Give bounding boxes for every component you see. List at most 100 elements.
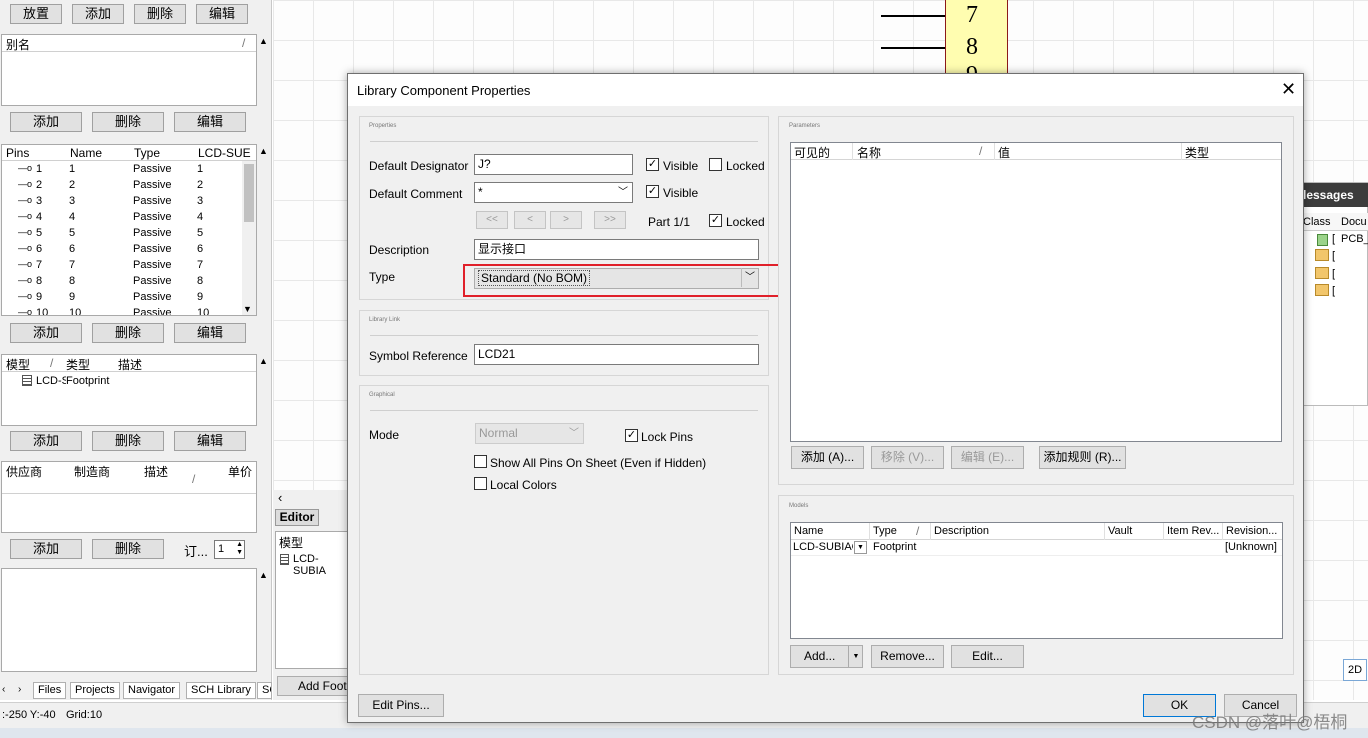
model-add-button[interactable]: Add... ▼	[790, 645, 863, 668]
param-add-rule-button[interactable]: 添加规则 (R)...	[1039, 446, 1126, 469]
edit-button[interactable]: 编辑	[196, 4, 248, 24]
show-all-pins-checkbox[interactable]	[474, 455, 487, 468]
table-row[interactable]: LCD-SUBIAC ▼ Footprint [Unknown]	[791, 540, 1282, 556]
pins-col-lcd[interactable]: LCD-SUE	[198, 146, 251, 160]
parameters-grid[interactable]: 可见的 名称 / 值 类型	[790, 142, 1282, 442]
models-grid[interactable]: Name Type / Description Vault Item Rev..…	[790, 522, 1283, 639]
tab-projects[interactable]: Projects	[70, 682, 120, 699]
models-col-desc[interactable]: 描述	[118, 356, 142, 373]
editor-model-header[interactable]: 模型	[279, 534, 303, 551]
editor-model-row[interactable]: LCD-SUBIA	[293, 553, 347, 577]
stepper-down-icon[interactable]: ▼	[236, 549, 243, 556]
param-col-type[interactable]: 类型	[1185, 144, 1209, 161]
prev-part-button[interactable]: <	[514, 211, 546, 229]
table-row[interactable]: —o 6 6 Passive 6	[2, 242, 242, 258]
supplier-col-supplier[interactable]: 供应商	[6, 463, 42, 480]
tab-scroll-left-icon[interactable]: ‹	[2, 684, 5, 695]
messages-col-class[interactable]: Class	[1303, 216, 1331, 228]
supplier-col-price[interactable]: 单价	[228, 463, 252, 480]
pins-add-button[interactable]: 添加	[10, 323, 82, 343]
part-locked-checkbox[interactable]: ✓	[709, 214, 722, 227]
scroll-up-icon[interactable]: ▲	[259, 36, 268, 46]
table-row[interactable]: —o 5 5 Passive 5	[2, 226, 242, 242]
pins-col-name[interactable]: Name	[70, 146, 102, 160]
supplier-col-desc[interactable]: 描述	[144, 463, 168, 480]
edit-pins-button[interactable]: Edit Pins...	[358, 694, 444, 717]
supplier-add-button[interactable]: 添加	[10, 539, 82, 559]
add-button[interactable]: 添加	[72, 4, 124, 24]
pins-delete-button[interactable]: 删除	[92, 323, 164, 343]
table-row[interactable]: —o 2 2 Passive 2	[2, 178, 242, 194]
tab-files[interactable]: Files	[33, 682, 67, 699]
symbol-reference-input[interactable]: LCD21	[474, 344, 759, 365]
model-row-type[interactable]: Footprint	[66, 375, 109, 387]
alias-header[interactable]: 别名	[6, 36, 30, 53]
designator-visible-checkbox[interactable]: ✓	[646, 158, 659, 171]
model-col-type[interactable]: Type	[873, 525, 897, 537]
model-col-name[interactable]: Name	[794, 525, 823, 537]
pins-list[interactable]: Pins Name Type LCD-SUE —o 1 1 Passive 1 —o 2 2 P…	[1, 144, 257, 316]
model-row-name[interactable]: LCD-SUBIAC	[793, 541, 853, 553]
close-icon[interactable]: ✕	[1281, 79, 1296, 100]
table-row[interactable]: —o 3 3 Passive 3	[2, 194, 242, 210]
lock-pins-checkbox[interactable]: ✓	[625, 429, 638, 442]
models-list[interactable]: 模型 / 类型 描述 LCD-S Footprint	[1, 354, 257, 426]
chevron-down-icon[interactable]: ﹀	[618, 183, 628, 202]
supplier-delete-button[interactable]: 删除	[92, 539, 164, 559]
table-row[interactable]: —o 9 9 Passive 9	[2, 290, 242, 306]
model-row-name[interactable]: LCD-S	[36, 375, 66, 387]
models-delete-button[interactable]: 删除	[92, 431, 164, 451]
model-row-dropdown-icon[interactable]: ▼	[854, 541, 867, 554]
scroll-up-icon[interactable]: ▲	[259, 146, 268, 156]
model-col-revision[interactable]: Revision...	[1226, 525, 1277, 537]
tab-navigator[interactable]: Navigator	[123, 682, 181, 699]
table-row[interactable]: —o 10 10 Passive 10	[2, 306, 242, 315]
models-col-model[interactable]: 模型	[6, 356, 30, 373]
pins-col-pins[interactable]: Pins	[6, 146, 29, 160]
supplier-list[interactable]: 供应商 制造商 描述 / 单价	[1, 461, 257, 533]
model-col-item-rev[interactable]: Item Rev...	[1167, 525, 1219, 537]
scroll-up-icon[interactable]: ▲	[259, 570, 268, 580]
param-col-visible[interactable]: 可见的	[794, 144, 830, 161]
models-col-type[interactable]: 类型	[66, 356, 90, 373]
table-row[interactable]: —o 7 7 Passive 7	[2, 258, 242, 274]
models-edit-button[interactable]: 编辑	[174, 431, 246, 451]
collapse-icon[interactable]: ‹	[278, 490, 282, 505]
supplier-col-manufacturer[interactable]: 制造商	[74, 463, 110, 480]
tab-sch-library[interactable]: SCH Library	[186, 682, 256, 699]
dialog-titlebar[interactable]: Library Component Properties ✕	[348, 74, 1303, 106]
scroll-down-icon[interactable]: ▼	[243, 304, 252, 314]
model-remove-button[interactable]: Remove...	[871, 645, 944, 668]
last-part-button[interactable]: >>	[594, 211, 626, 229]
next-part-button[interactable]: >	[550, 211, 582, 229]
messages-col-doc[interactable]: Docu	[1341, 216, 1367, 228]
alias-delete-button[interactable]: 删除	[92, 112, 164, 132]
pins-edit-button[interactable]: 编辑	[174, 323, 246, 343]
param-edit-button[interactable]: 编辑 (E)...	[951, 446, 1024, 469]
designator-locked-checkbox[interactable]	[709, 158, 722, 171]
comment-visible-checkbox[interactable]: ✓	[646, 185, 659, 198]
pins-scrollbar[interactable]	[242, 161, 256, 315]
table-row[interactable]: —o 4 4 Passive 4	[2, 210, 242, 226]
models-add-button[interactable]: 添加	[10, 431, 82, 451]
alias-list[interactable]: 别名 /	[1, 34, 257, 106]
param-add-button[interactable]: 添加 (A)...	[791, 446, 864, 469]
model-col-vault[interactable]: Vault	[1108, 525, 1132, 537]
model-edit-button[interactable]: Edit...	[951, 645, 1024, 668]
scroll-up-icon[interactable]: ▲	[259, 356, 268, 366]
first-part-button[interactable]: <<	[476, 211, 508, 229]
alias-edit-button[interactable]: 编辑	[174, 112, 246, 132]
add-footprint-button[interactable]: Add Footp	[277, 676, 350, 696]
order-quantity-stepper[interactable]: 1 ▲ ▼	[214, 540, 245, 559]
param-col-value[interactable]: 值	[998, 144, 1010, 161]
place-button[interactable]: 放置	[10, 4, 62, 24]
chevron-down-icon[interactable]: ▼	[848, 646, 863, 667]
tab-scroll-right-icon[interactable]: ›	[18, 684, 21, 695]
alias-add-button[interactable]: 添加	[10, 112, 82, 132]
param-remove-button[interactable]: 移除 (V)...	[871, 446, 944, 469]
stepper-up-icon[interactable]: ▲	[236, 541, 243, 548]
table-row[interactable]: —o 1 1 Passive 1	[2, 162, 242, 178]
tab-editor[interactable]: Editor	[275, 509, 319, 526]
model-col-description[interactable]: Description	[934, 525, 989, 537]
delete-button[interactable]: 删除	[134, 4, 186, 24]
